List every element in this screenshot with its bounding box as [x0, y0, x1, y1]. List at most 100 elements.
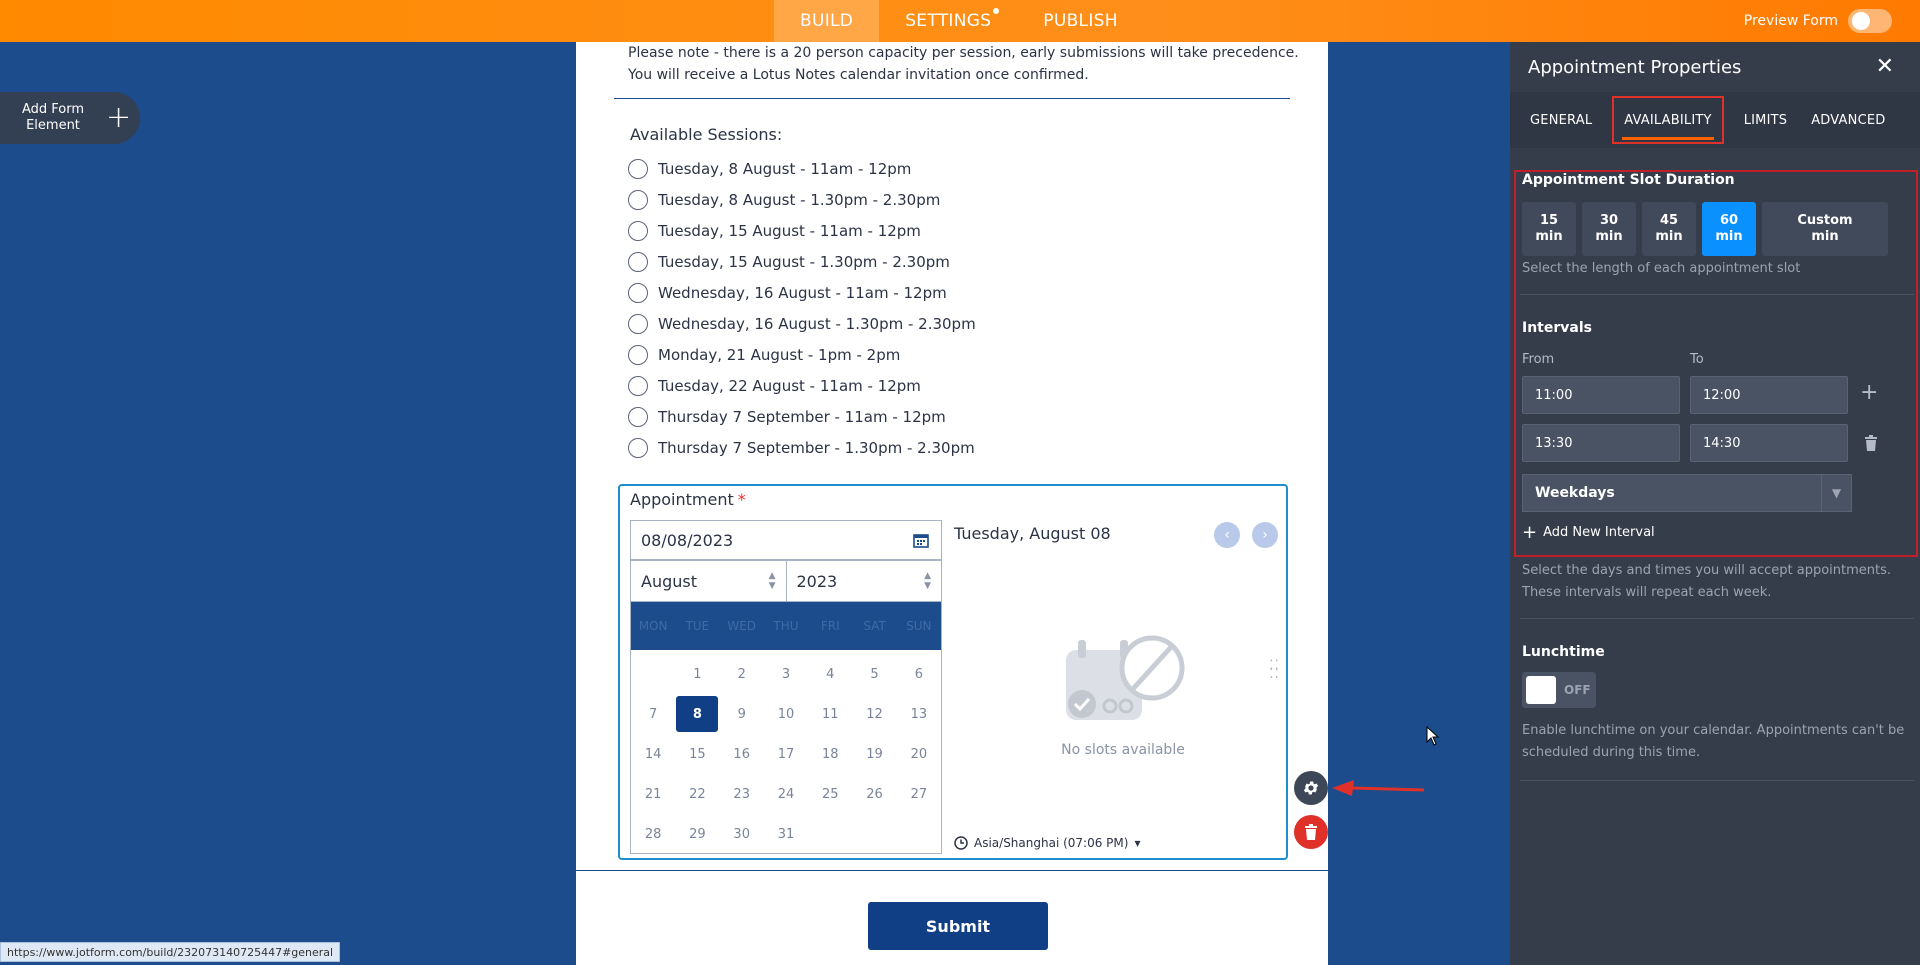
tab-advanced[interactable]: ADVANCED	[1799, 96, 1897, 144]
date-value: 08/08/2023	[641, 530, 734, 550]
next-day-button[interactable]: ›	[1252, 522, 1278, 548]
radio-button[interactable]	[628, 221, 648, 241]
gear-icon	[1303, 781, 1319, 795]
appointment-label: Appointment *	[630, 490, 746, 509]
session-option[interactable]: Tuesday, 15 August - 11am - 12pm	[628, 220, 921, 242]
tab-general[interactable]: GENERAL	[1518, 96, 1604, 144]
duration-custom-button[interactable]: Custom min	[1762, 202, 1888, 256]
calendar-icon[interactable]	[913, 532, 929, 548]
day-cell[interactable]: 16	[720, 734, 764, 774]
add-time-icon[interactable]: +	[1860, 380, 1878, 405]
radio-button[interactable]	[628, 438, 648, 458]
interval-from-input[interactable]: 13:30	[1522, 424, 1680, 462]
day-cell[interactable]: 5	[852, 654, 896, 694]
day-cell[interactable]: 17	[764, 734, 808, 774]
day-cell[interactable]: 30	[720, 814, 764, 854]
interval-days-select[interactable]: Weekdays ▼	[1522, 474, 1852, 512]
day-number: 26	[866, 786, 883, 802]
trash-icon[interactable]	[1864, 434, 1878, 452]
day-cell[interactable]: 1	[675, 654, 719, 694]
day-cell[interactable]: 26	[852, 774, 896, 814]
interval-from-input[interactable]: 11:00	[1522, 376, 1680, 414]
slot-date-heading: Tuesday, August 08	[954, 524, 1111, 543]
drag-handle-icon[interactable]: ⁚⁚ ⁚⁚	[1269, 659, 1280, 681]
field-properties-button[interactable]	[1294, 771, 1328, 805]
duration-30-button[interactable]: 30 min	[1582, 202, 1636, 256]
day-cell[interactable]: 25	[808, 774, 852, 814]
day-cell[interactable]: 12	[852, 694, 896, 734]
day-cell[interactable]: 14	[631, 734, 675, 774]
day-cell[interactable]: 6	[897, 654, 941, 694]
day-cell[interactable]: 7	[631, 694, 675, 734]
timezone-select[interactable]: Asia/Shanghai (07:06 PM) ▾	[954, 836, 1140, 850]
session-option[interactable]: Thursday 7 September - 1.30pm - 2.30pm	[628, 437, 975, 459]
lunchtime-toggle[interactable]: OFF	[1522, 672, 1596, 708]
radio-button[interactable]	[628, 252, 648, 272]
day-cell[interactable]: 29	[675, 814, 719, 854]
session-option[interactable]: Tuesday, 8 August - 11am - 12pm	[628, 158, 911, 180]
day-cell[interactable]: 15	[675, 734, 719, 774]
tab-build[interactable]: BUILD	[774, 0, 880, 42]
radio-button[interactable]	[628, 407, 648, 427]
lunchtime-hint: Enable lunchtime on your calendar. Appoi…	[1522, 720, 1904, 764]
session-option[interactable]: Tuesday, 22 August - 11am - 12pm	[628, 375, 921, 397]
day-cell[interactable]: 13	[897, 694, 941, 734]
duration-60-button[interactable]: 60 min	[1702, 202, 1756, 256]
day-cell[interactable]: 19	[852, 734, 896, 774]
properties-panel: Appointment Properties ✕ GENERAL AVAILAB…	[1510, 42, 1920, 965]
day-cell[interactable]: 2	[720, 654, 764, 694]
year-select[interactable]: 2023 ▲ ▼	[785, 561, 942, 601]
day-cell[interactable]: 23	[720, 774, 764, 814]
toggle-state: OFF	[1564, 683, 1591, 697]
day-cell[interactable]: 9	[720, 694, 764, 734]
delete-field-button[interactable]	[1294, 815, 1328, 849]
day-cell[interactable]: 27	[897, 774, 941, 814]
submit-button[interactable]: Submit	[868, 902, 1048, 950]
interval-to-input[interactable]: 12:00	[1690, 376, 1848, 414]
day-cell[interactable]: 21	[631, 774, 675, 814]
day-cell[interactable]: 20	[897, 734, 941, 774]
session-option[interactable]: Thursday 7 September - 11am - 12pm	[628, 406, 946, 428]
selected-day-cell[interactable]: 8	[675, 694, 719, 734]
duration-45-button[interactable]: 45 min	[1642, 202, 1696, 256]
month-select[interactable]: August ▲ ▼	[631, 561, 786, 601]
date-input[interactable]: 08/08/2023	[630, 520, 942, 560]
session-option[interactable]: Wednesday, 16 August - 11am - 12pm	[628, 282, 947, 304]
tab-settings[interactable]: SETTINGS	[879, 0, 1017, 42]
session-option[interactable]: Monday, 21 August - 1pm - 2pm	[628, 344, 900, 366]
day-cell[interactable]: 24	[764, 774, 808, 814]
radio-button[interactable]	[628, 159, 648, 179]
day-cell[interactable]: 4	[808, 654, 852, 694]
add-form-element-button[interactable]: Add Form Element +	[0, 92, 140, 144]
intervals-hint-line: These intervals will repeat each week.	[1522, 585, 1772, 600]
close-icon[interactable]: ✕	[1876, 54, 1894, 79]
radio-button[interactable]	[628, 376, 648, 396]
session-option[interactable]: Tuesday, 8 August - 1.30pm - 2.30pm	[628, 189, 940, 211]
day-cell[interactable]: 18	[808, 734, 852, 774]
required-mark: *	[737, 490, 746, 509]
duration-15-button[interactable]: 15 min	[1522, 202, 1576, 256]
day-cell[interactable]: 3	[764, 654, 808, 694]
interval-to-input[interactable]: 14:30	[1690, 424, 1848, 462]
appointment-field[interactable]: Appointment * 08/08/2023 August ▲ ▼ 2023 ▲ ▼ …	[618, 484, 1288, 860]
add-new-interval-button[interactable]: + Add New Interval	[1522, 522, 1655, 543]
day-cell[interactable]: 28	[631, 814, 675, 854]
calendar-grid: MON TUE WED THU FRI SAT SUN 1 2 3 4 5 6 7 8 9 10 11 12 13 1…	[630, 602, 942, 854]
radio-button[interactable]	[628, 345, 648, 365]
session-option[interactable]: Tuesday, 15 August - 1.30pm - 2.30pm	[628, 251, 950, 273]
day-cell[interactable]: 31	[764, 814, 808, 854]
radio-button[interactable]	[628, 314, 648, 334]
preview-form-toggle[interactable]	[1848, 9, 1892, 33]
prev-day-button[interactable]: ‹	[1214, 522, 1240, 548]
day-cell[interactable]: 10	[764, 694, 808, 734]
day-cell[interactable]: 22	[675, 774, 719, 814]
tab-publish[interactable]: PUBLISH	[1017, 0, 1144, 42]
day-cell[interactable]: 11	[808, 694, 852, 734]
radio-button[interactable]	[628, 283, 648, 303]
form-note-line: You will receive a Lotus Notes calendar …	[628, 67, 1089, 83]
radio-button[interactable]	[628, 190, 648, 210]
session-option[interactable]: Wednesday, 16 August - 1.30pm - 2.30pm	[628, 313, 976, 335]
tab-availability[interactable]: AVAILABILITY	[1612, 96, 1724, 144]
tab-limits[interactable]: LIMITS	[1732, 96, 1800, 144]
session-label: Wednesday, 16 August - 1.30pm - 2.30pm	[658, 315, 976, 333]
